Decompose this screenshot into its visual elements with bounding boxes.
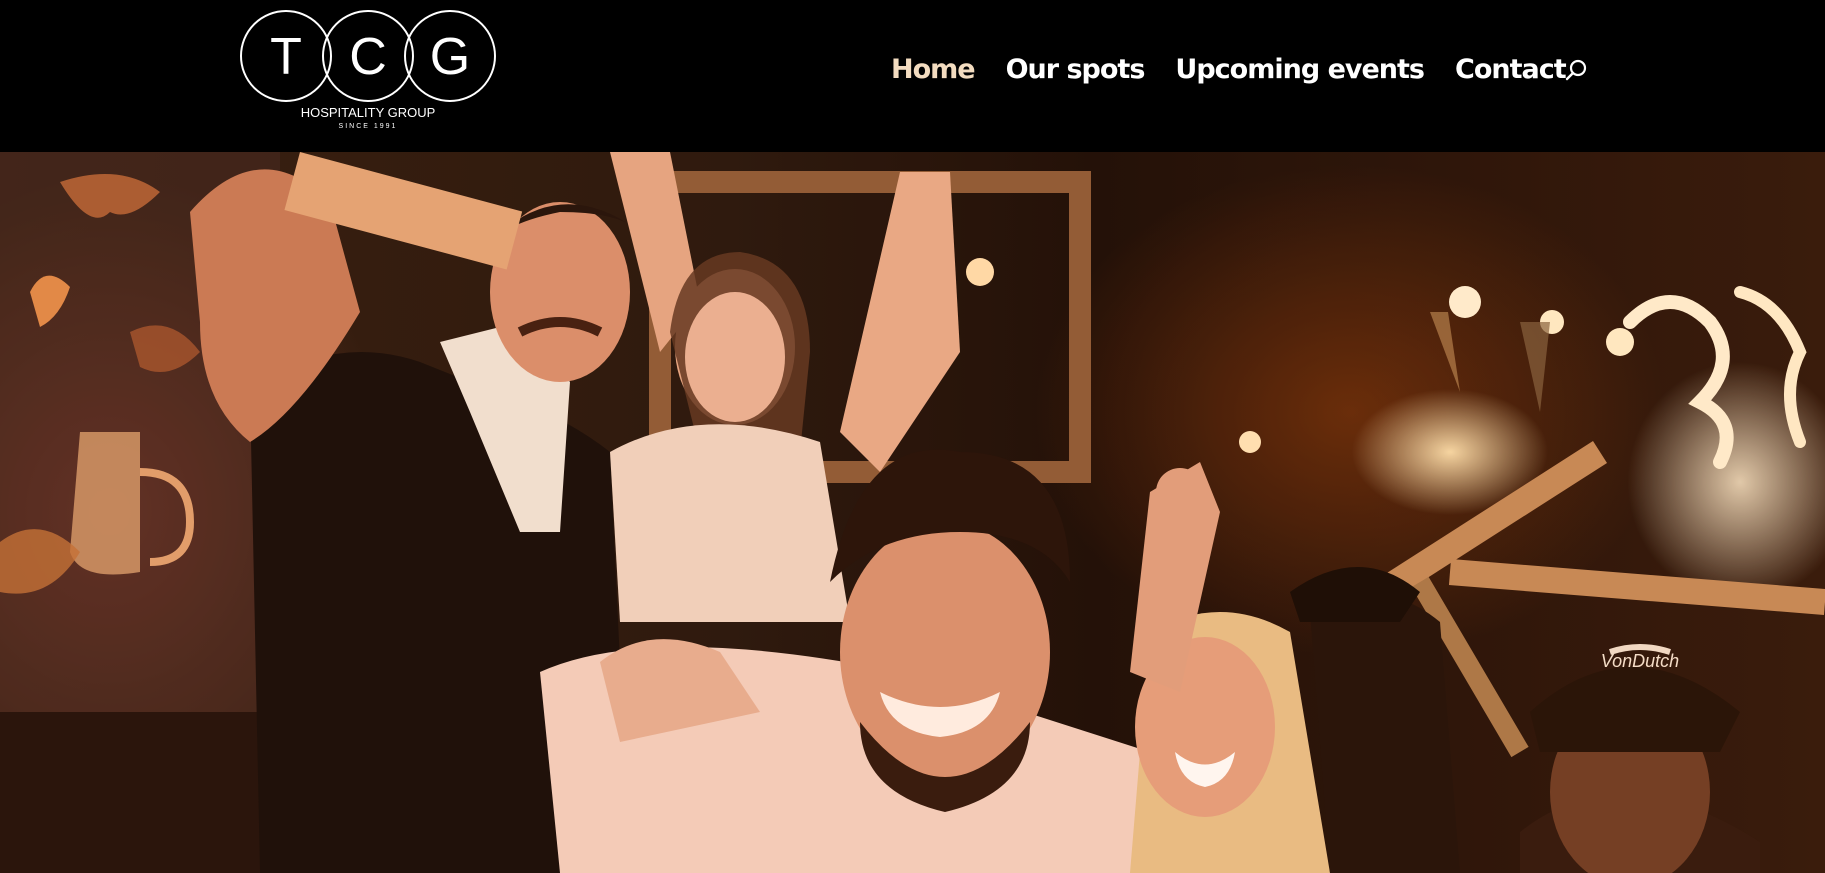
nav-our-spots[interactable]: Our spots [1006, 54, 1146, 85]
logo-tagline: SINCE 1991 [339, 123, 398, 130]
logo-letter-t: T [270, 28, 302, 86]
logo-group-name: HOSPITALITY GROUP [301, 105, 436, 120]
logo-mark: T C G HOSPITALITY GROUP SINCE 1991 [240, 10, 496, 130]
hero-photo: VonDutch [0, 152, 1825, 873]
nav-contact[interactable]: Contact [1455, 54, 1567, 85]
main-nav: Home Our spots Upcoming events Contact [891, 50, 1597, 88]
logo-letter-g: G [430, 28, 470, 86]
party-photo-illustration: VonDutch [0, 152, 1825, 873]
nav-upcoming-events[interactable]: Upcoming events [1175, 54, 1425, 85]
nav-home[interactable]: Home [891, 54, 976, 85]
tcg-logo[interactable]: T C G HOSPITALITY GROUP SINCE 1991 [240, 6, 496, 132]
site-header: T C G HOSPITALITY GROUP SINCE 1991 Home … [0, 0, 1825, 152]
search-icon[interactable] [1564, 58, 1588, 82]
logo-letter-c: C [349, 28, 387, 86]
